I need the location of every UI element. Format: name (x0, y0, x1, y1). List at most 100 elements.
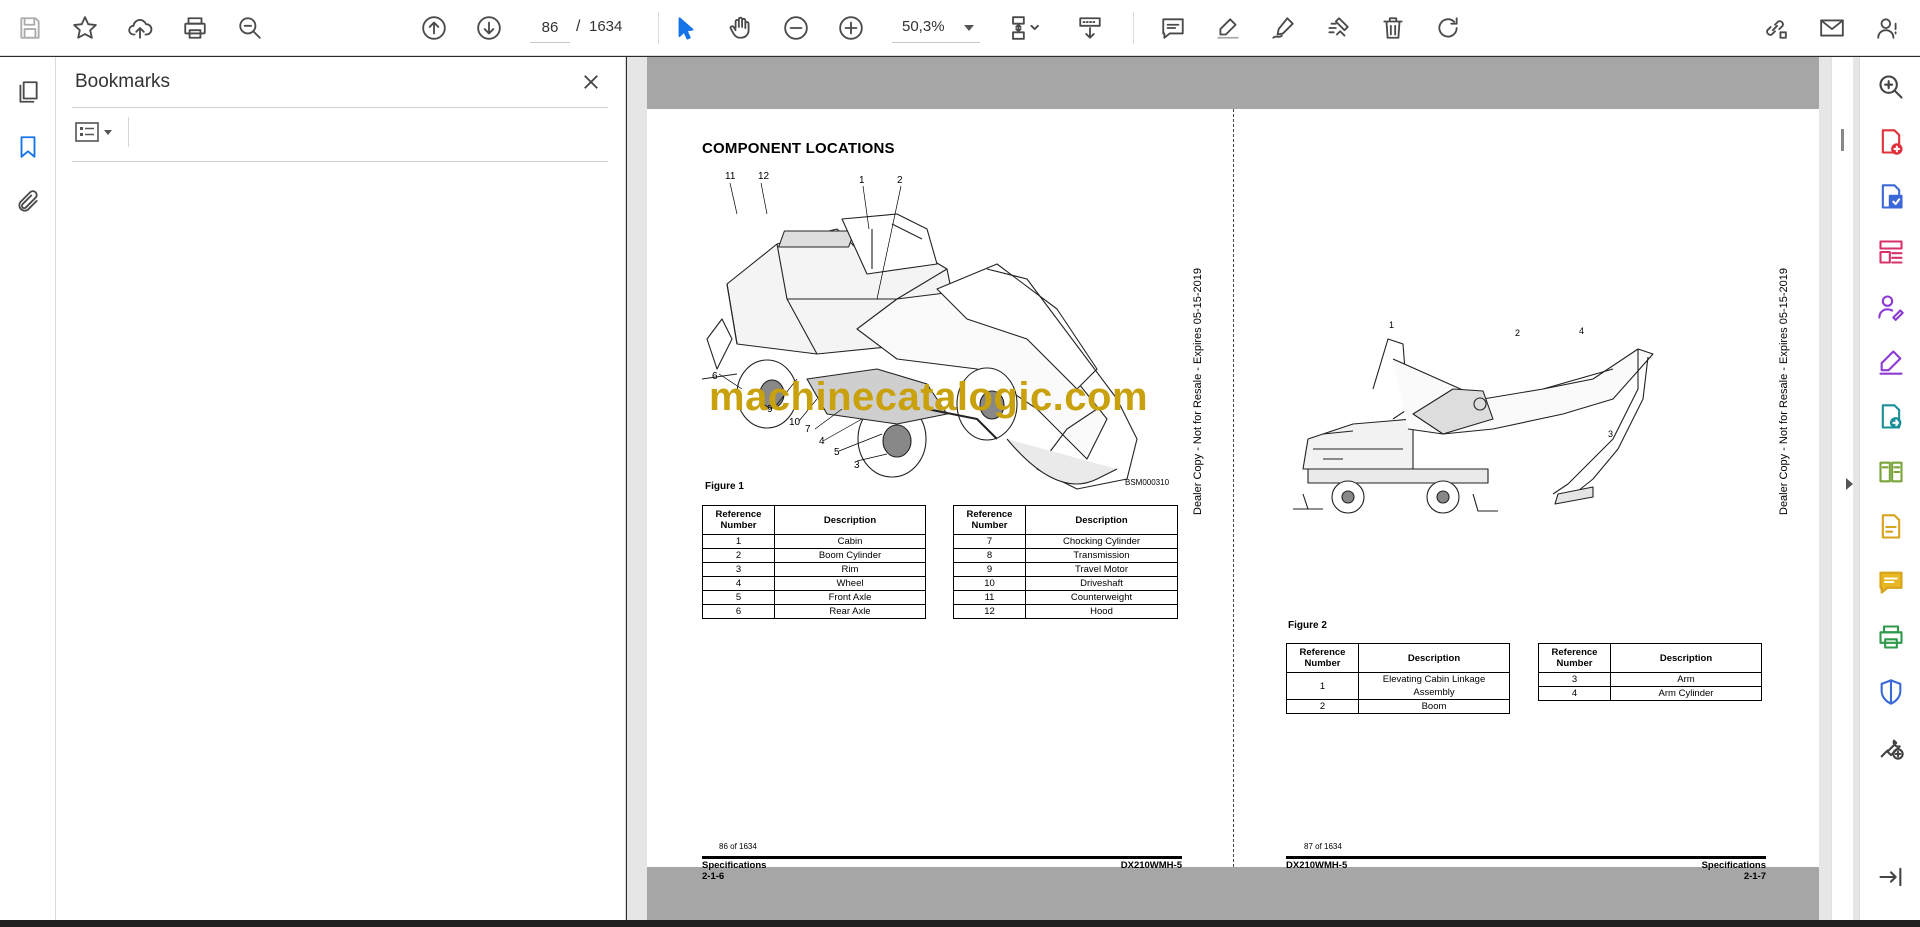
callout-label: 3 (1608, 429, 1613, 439)
table-header: Description (1610, 643, 1762, 673)
edit-pdf-icon[interactable] (1874, 510, 1908, 544)
description-cell: Boom Cylinder (774, 548, 926, 563)
table-header: Reference Number (1538, 643, 1611, 673)
reference-number-cell: 4 (1538, 686, 1611, 701)
callout-label: 1 (1389, 320, 1394, 330)
print-production-icon[interactable] (1874, 620, 1908, 654)
page-down-icon[interactable] (471, 10, 507, 46)
document-viewport[interactable]: COMPONENT LOCATIONS 11 12 1 2 6 9 10 7 4… (627, 57, 1859, 920)
select-cursor-icon[interactable] (668, 10, 704, 46)
table-row: 1 Cabin (702, 534, 926, 549)
account-icon[interactable] (1870, 10, 1906, 46)
footer-rule (702, 856, 1182, 859)
table-row: 12 Hood (953, 604, 1178, 619)
share-link-icon[interactable] (1757, 10, 1793, 46)
create-pdf-icon[interactable] (1874, 125, 1908, 159)
reference-number-cell: 3 (702, 562, 775, 577)
table-row: 4 Wheel (702, 576, 926, 591)
description-cell: Rear Axle (774, 604, 926, 619)
upload-cloud-icon[interactable] (122, 10, 158, 46)
export-pdf-icon[interactable] (1874, 180, 1908, 214)
reference-number-cell: 9 (953, 562, 1026, 577)
collapse-rail-icon[interactable] (1874, 860, 1908, 894)
page-total: 1634 (589, 18, 623, 35)
table-header: Description (774, 505, 926, 535)
table-row: 11 Counterweight (953, 590, 1178, 605)
scrollbar-thumb[interactable] (1841, 129, 1844, 151)
callout-label: 5 (834, 447, 840, 458)
page-86: COMPONENT LOCATIONS 11 12 1 2 6 9 10 7 4… (647, 109, 1233, 882)
footer-section-name: Specifications (702, 860, 767, 871)
comment-icon[interactable] (1874, 565, 1908, 599)
table-header: Reference Number (953, 505, 1026, 535)
footer-page-ref: 2-1-7 (1743, 871, 1766, 882)
footer-model: DX210WMH-5 (1120, 860, 1182, 871)
description-cell: Counterweight (1025, 590, 1178, 605)
zoom-search-icon[interactable] (1874, 70, 1908, 104)
page-spread: COMPONENT LOCATIONS 11 12 1 2 6 9 10 7 4… (647, 109, 1819, 882)
description-cell: Driveshaft (1025, 576, 1178, 591)
footer-rule (1286, 856, 1766, 859)
dealer-copy-note: Dealer Copy - Not for Resale - Expires 0… (1778, 267, 1790, 515)
dealer-copy-note: Dealer Copy - Not for Resale - Expires 0… (1192, 267, 1204, 515)
description-cell: Front Axle (774, 590, 926, 605)
description-cell: Travel Motor (1025, 562, 1178, 577)
page-number-input[interactable] (530, 13, 570, 43)
callout-label: 2 (1515, 328, 1520, 338)
send-review-icon[interactable] (1874, 400, 1908, 434)
highlight-icon[interactable] (1210, 10, 1246, 46)
list-options-icon (75, 122, 99, 142)
hand-pan-icon[interactable] (723, 10, 759, 46)
email-icon[interactable] (1814, 10, 1850, 46)
search-zoom-icon[interactable] (232, 10, 268, 46)
draw-icon[interactable] (1265, 10, 1301, 46)
reference-number-cell: 10 (953, 576, 1026, 591)
zoom-in-icon[interactable] (833, 10, 869, 46)
save-icon[interactable] (12, 10, 48, 46)
fit-page-icon[interactable] (1002, 10, 1050, 46)
rotate-icon[interactable] (1430, 10, 1466, 46)
callout-label: 7 (805, 424, 811, 435)
excavator-figure-1: 11 12 1 2 6 9 10 7 4 5 3 (701, 171, 1138, 490)
figure-label: Figure 2 (1288, 620, 1327, 631)
reference-number-cell: 2 (702, 548, 775, 563)
callout-label: 1 (859, 175, 865, 186)
table-row: 8 Transmission (953, 548, 1178, 563)
pdf-reader-window: / 1634 50,3% Bookmarks (0, 0, 1920, 927)
table-row: 9 Travel Motor (953, 562, 1178, 577)
close-icon[interactable] (576, 67, 606, 97)
pages-icon[interactable] (10, 74, 46, 110)
bookmarks-icon[interactable] (10, 129, 46, 165)
scroll-mode-icon[interactable] (1072, 10, 1108, 46)
print-icon[interactable] (177, 10, 213, 46)
page-up-icon[interactable] (416, 10, 452, 46)
zoom-out-icon[interactable] (778, 10, 814, 46)
fill-sign-icon[interactable] (1874, 345, 1908, 379)
zoom-select[interactable]: 50,3% (892, 13, 980, 43)
figure-label: Figure 1 (705, 481, 744, 492)
table-row: 2 Boom Cylinder (702, 548, 926, 563)
compare-icon[interactable] (1874, 455, 1908, 489)
more-tools-icon[interactable] (1874, 730, 1908, 764)
comment-icon[interactable] (1155, 10, 1191, 46)
description-cell: Arm (1610, 672, 1762, 687)
organize-pages-icon[interactable] (1874, 235, 1908, 269)
protect-icon[interactable] (1874, 675, 1908, 709)
bookmark-star-icon[interactable] (67, 10, 103, 46)
description-cell: Rim (774, 562, 926, 577)
fill-sign-icon[interactable] (1320, 10, 1356, 46)
expand-panel-icon[interactable] (1846, 478, 1853, 490)
callout-label: 2 (897, 175, 903, 186)
footer-section-name: Specifications (1701, 860, 1766, 871)
table-row: 3 Arm (1538, 672, 1762, 687)
delete-icon[interactable] (1375, 10, 1411, 46)
callout-label: 12 (758, 171, 770, 182)
reference-number-cell: 5 (702, 590, 775, 605)
footer-model: DX210WMH-5 (1286, 860, 1348, 871)
footer-section: Specifications 2-1-7 (1666, 860, 1766, 882)
attachments-icon[interactable] (10, 184, 46, 220)
table-row: 2 Boom (1286, 699, 1510, 714)
bookmark-options-button[interactable] (74, 117, 124, 147)
request-signature-icon[interactable] (1874, 290, 1908, 324)
description-cell: Cabin (774, 534, 926, 549)
